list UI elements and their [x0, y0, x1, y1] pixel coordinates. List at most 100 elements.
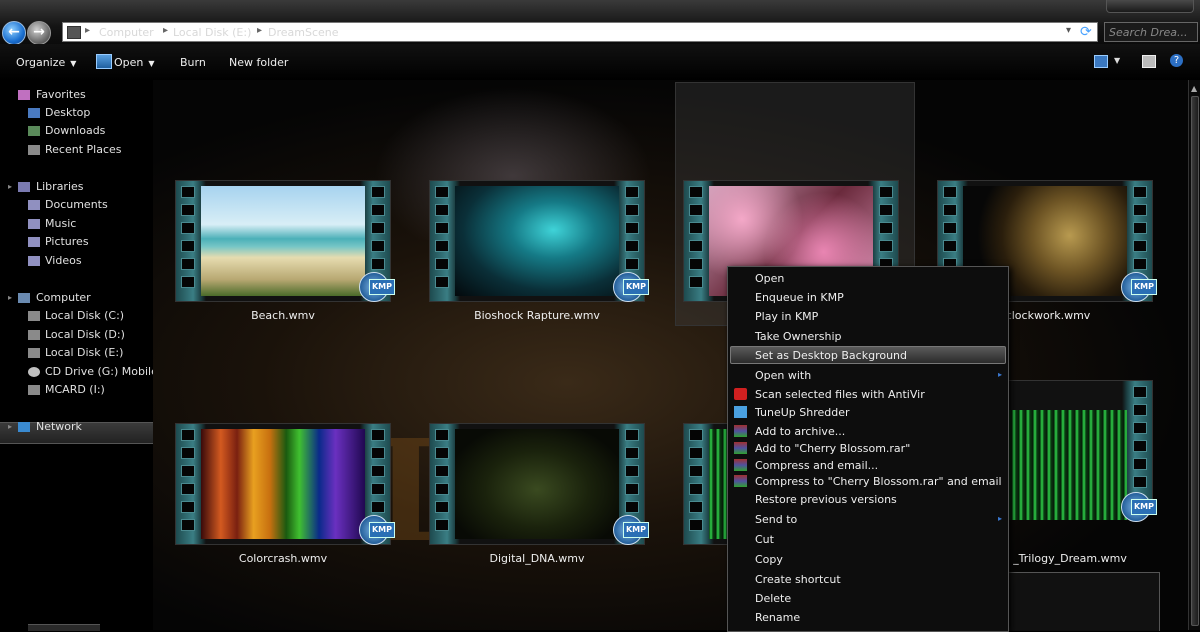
organize-button[interactable]: Organize ▼: [16, 56, 76, 69]
menu-item-compress-email[interactable]: Compress and email...: [755, 459, 878, 472]
menu-item-copy[interactable]: Copy: [755, 553, 783, 566]
breadcrumb-separator-icon: ▸: [85, 25, 91, 36]
filmstrip-holes: [689, 429, 703, 539]
shredder-icon: [734, 406, 747, 418]
menu-item-add-to-rar[interactable]: Add to "Cherry Blossom.rar": [755, 442, 910, 455]
kmp-badge-icon: KMP: [1121, 492, 1157, 522]
menu-item-set-desktop-background[interactable]: Set as Desktop Background: [755, 349, 907, 362]
menu-item-open[interactable]: Open: [755, 272, 784, 285]
menu-item-tuneup-shredder[interactable]: TuneUp Shredder: [755, 406, 850, 419]
downloads-icon: [28, 126, 40, 136]
nav-downloads[interactable]: Downloads: [45, 124, 105, 137]
change-view-icon[interactable]: [1094, 55, 1108, 68]
nav-documents[interactable]: Documents: [45, 198, 108, 211]
filmstrip-holes: [435, 429, 449, 539]
menu-item-cut[interactable]: Cut: [755, 533, 774, 546]
expand-icon[interactable]: ▸: [8, 182, 12, 191]
kmp-badge-icon: KMP: [359, 272, 395, 302]
menu-item-delete[interactable]: Delete: [755, 592, 791, 605]
search-placeholder: Search Drea...: [1109, 26, 1188, 39]
recent-places-icon: [28, 145, 40, 155]
filmstrip-holes: [181, 429, 195, 539]
preview-box: [1008, 572, 1160, 631]
submenu-arrow-icon: ▸: [997, 370, 1002, 379]
open-app-icon: [96, 54, 112, 69]
file-name[interactable]: Beach.wmv: [175, 309, 391, 322]
nav-drive-d[interactable]: Local Disk (D:): [45, 328, 125, 341]
nav-network[interactable]: Network: [36, 420, 82, 433]
filmstrip-holes: [689, 186, 703, 296]
antivir-icon: [734, 388, 747, 400]
scrollbar-thumb[interactable]: [1191, 96, 1199, 626]
navigation-pane: Favorites Desktop Downloads Recent Place…: [0, 80, 174, 630]
window-controls[interactable]: [1106, 0, 1194, 13]
chevron-down-icon[interactable]: ▼: [1114, 56, 1120, 65]
address-bar[interactable]: ▸ Computer ▸ Local Disk (E:) ▸ DreamScen…: [62, 22, 1098, 42]
menu-item-restore-versions[interactable]: Restore previous versions: [755, 493, 897, 506]
kmp-badge-icon: KMP: [613, 272, 649, 302]
nav-libraries[interactable]: Libraries: [36, 180, 84, 193]
menu-item-enqueue-kmp[interactable]: Enqueue in KMP: [755, 291, 844, 304]
expand-icon[interactable]: ▸: [8, 293, 12, 302]
documents-icon: [28, 200, 40, 210]
computer-icon: [18, 293, 30, 303]
back-arrow-icon: ←: [8, 24, 20, 40]
menu-item-open-with[interactable]: Open with: [755, 369, 811, 382]
nav-drive-c[interactable]: Local Disk (C:): [45, 309, 124, 322]
menu-item-compress-rar-email[interactable]: Compress to "Cherry Blossom.rar" and ema…: [755, 475, 1002, 488]
nav-computer[interactable]: Computer: [36, 291, 91, 304]
file-name[interactable]: Digital_DNA.wmv: [429, 552, 645, 565]
menu-item-take-ownership[interactable]: Take Ownership: [755, 330, 842, 343]
nav-favorites[interactable]: Favorites: [36, 88, 86, 101]
menu-item-rename[interactable]: Rename: [755, 611, 800, 624]
breadcrumb-computer[interactable]: Computer: [99, 26, 154, 39]
preview-pane-icon[interactable]: [1142, 55, 1156, 68]
open-label: Open: [114, 56, 144, 69]
nav-videos[interactable]: Videos: [45, 254, 82, 267]
drive-icon: [28, 330, 40, 340]
chevron-down-icon: ▼: [70, 59, 77, 68]
menu-item-play-kmp[interactable]: Play in KMP: [755, 310, 818, 323]
file-thumbnail-colorcrash[interactable]: KMP: [175, 423, 395, 545]
breadcrumb-local-disk[interactable]: Local Disk (E:): [173, 26, 251, 39]
breadcrumb-dreamscene[interactable]: DreamScene: [268, 26, 339, 39]
nav-recent-places[interactable]: Recent Places: [45, 143, 122, 156]
vertical-scrollbar[interactable]: ▲: [1188, 80, 1200, 630]
address-dropdown-icon[interactable]: ▾: [1066, 25, 1071, 36]
file-thumbnail-digital-dna[interactable]: KMP: [429, 423, 649, 545]
new-folder-button[interactable]: New folder: [229, 56, 288, 69]
menu-item-add-to-archive[interactable]: Add to archive...: [755, 425, 845, 438]
burn-button[interactable]: Burn: [180, 56, 206, 69]
organize-label: Organize: [16, 56, 66, 69]
forward-arrow-icon: →: [33, 24, 45, 40]
winrar-icon: [734, 442, 747, 454]
back-button[interactable]: ←: [2, 21, 26, 45]
forward-button[interactable]: →: [27, 21, 51, 45]
file-thumbnail-beach[interactable]: KMP: [175, 180, 395, 302]
nav-desktop[interactable]: Desktop: [45, 106, 90, 119]
nav-pictures[interactable]: Pictures: [45, 235, 89, 248]
drive-icon: [28, 311, 40, 321]
nav-drive-e[interactable]: Local Disk (E:): [45, 346, 123, 359]
file-view: III: [153, 80, 1188, 630]
nav-drive-i[interactable]: MCARD (I:): [45, 383, 105, 396]
new-folder-label: New folder: [229, 56, 289, 69]
help-icon[interactable]: ?: [1170, 54, 1183, 67]
menu-item-scan-antivir[interactable]: Scan selected files with AntiVir: [755, 388, 925, 401]
expand-icon[interactable]: ▸: [8, 422, 12, 431]
cd-drive-icon: [28, 367, 40, 377]
menu-item-send-to[interactable]: Send to: [755, 513, 797, 526]
open-button[interactable]: Open ▼: [114, 56, 155, 69]
nav-music[interactable]: Music: [45, 217, 76, 230]
scroll-up-icon[interactable]: ▲: [1191, 84, 1197, 93]
card-drive-icon: [28, 385, 40, 395]
refresh-icon[interactable]: ⟳: [1080, 24, 1092, 40]
desktop-icon: [28, 108, 40, 118]
file-name[interactable]: Bioshock Rapture.wmv: [429, 309, 645, 322]
filmstrip-holes: [181, 186, 195, 296]
menu-item-create-shortcut[interactable]: Create shortcut: [755, 573, 841, 586]
file-name[interactable]: Colorcrash.wmv: [175, 552, 391, 565]
file-thumbnail-bioshock[interactable]: KMP: [429, 180, 649, 302]
search-input[interactable]: Search Drea...: [1104, 22, 1198, 42]
pictures-icon: [28, 237, 40, 247]
